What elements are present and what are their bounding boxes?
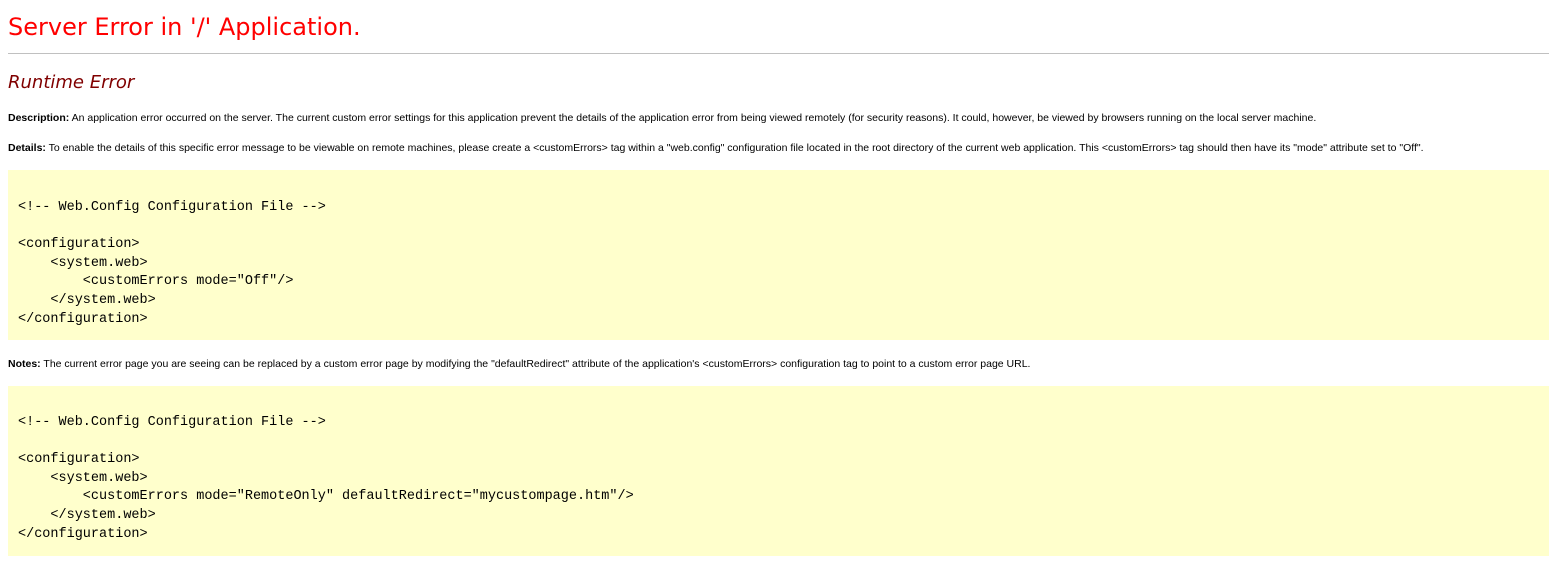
code-sample-box-remoteonly: <!-- Web.Config Configuration File --> <… [8, 386, 1549, 556]
notes-paragraph: Notes: The current error page you are se… [8, 357, 1030, 371]
code-sample-remoteonly: <!-- Web.Config Configuration File --> <… [18, 415, 634, 542]
description-text: An application error occurred on the ser… [69, 112, 1317, 124]
notes-label: Notes: [8, 358, 41, 370]
code-sample-off: <!-- Web.Config Configuration File --> <… [18, 200, 326, 327]
page-title: Server Error in '/' Application. [8, 13, 361, 41]
details-text: To enable the details of this specific e… [45, 142, 1424, 154]
error-subtitle: Runtime Error [8, 72, 135, 93]
code-sample-box-off: <!-- Web.Config Configuration File --> <… [8, 170, 1549, 340]
notes-text: The current error page you are seeing ca… [40, 358, 1031, 370]
title-divider [8, 53, 1549, 54]
description-paragraph: Description: An application error occurr… [8, 111, 1316, 125]
description-label: Description: [8, 112, 70, 124]
details-paragraph: Details: To enable the details of this s… [8, 141, 1424, 155]
details-label: Details: [8, 142, 46, 154]
